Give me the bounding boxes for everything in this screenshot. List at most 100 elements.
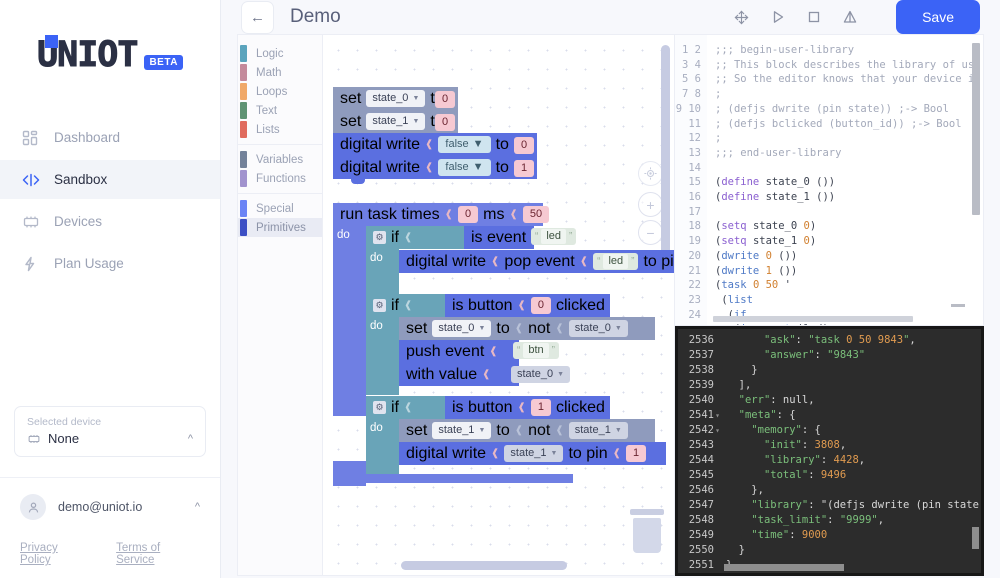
- block-label: do: [337, 229, 350, 241]
- console-horizontal-scrollbar[interactable]: [724, 564, 844, 571]
- code-content[interactable]: ;;; begin-user-library ;; This block des…: [707, 35, 983, 325]
- toolbox-item-label: Variables: [256, 153, 304, 166]
- gear-icon[interactable]: ⚙: [373, 231, 386, 244]
- code-vertical-scrollbar[interactable]: [972, 43, 980, 215]
- input-plug-icon: ❰: [491, 256, 500, 267]
- block-stack-task[interactable]: run task times ❰ 0 ms ❰ 50 do: [333, 203, 550, 416]
- variable-dropdown[interactable]: state_1 ▼: [432, 422, 492, 439]
- code-line-numbers: 1 2 3 4 5 6 7 8 9 10 11 12 13 14 15 16 1…: [675, 35, 707, 325]
- block-label: do: [370, 422, 383, 434]
- number-field[interactable]: 1: [530, 399, 551, 416]
- block-with-value[interactable]: with value ❰: [399, 363, 519, 386]
- toolbox-group: Special Primitives: [238, 193, 322, 242]
- block-digital-write[interactable]: digital write ❰ false▼ to pin: [333, 133, 537, 156]
- block-run-task[interactable]: run task times ❰ 0 ms ❰ 50: [333, 203, 550, 226]
- variable-dropdown[interactable]: state_0 ▼: [432, 320, 492, 337]
- toolbox-item-text[interactable]: Text: [238, 101, 322, 120]
- string-field[interactable]: “led”: [593, 253, 639, 270]
- zoom-out-icon[interactable]: −: [638, 220, 663, 245]
- block-set-variable[interactable]: set state_1 ▼ to ❰ not ❰ state_1 ▼: [399, 419, 655, 442]
- block-label: push event: [406, 342, 485, 360]
- block-label: if: [391, 228, 399, 246]
- input-plug-icon: ❰: [555, 323, 564, 334]
- variable-dropdown[interactable]: state_0 ▼: [568, 320, 628, 337]
- toolbox-item-label: Text: [256, 104, 278, 117]
- sidebar-item-devices[interactable]: Devices: [0, 202, 220, 241]
- console-vertical-scrollbar[interactable]: [972, 527, 979, 549]
- sidebar-item-dashboard[interactable]: Dashboard: [0, 118, 220, 157]
- input-plug-icon: ❰: [517, 402, 526, 413]
- boolean-dropdown[interactable]: false ▼: [438, 136, 491, 153]
- variable-dropdown[interactable]: state_1 ▼: [568, 422, 628, 439]
- variable-dropdown[interactable]: state_0 ▼: [366, 90, 426, 107]
- number-field[interactable]: 1: [625, 445, 647, 462]
- toolbox-item-math[interactable]: Math: [238, 63, 322, 82]
- block-label: digital write: [406, 252, 487, 270]
- right-column: 1 2 3 4 5 6 7 8 9 10 11 12 13 14 15 16 1…: [675, 34, 984, 576]
- workspace-horizontal-scrollbar[interactable]: [401, 561, 567, 570]
- block-set-variable[interactable]: set state_0 ▼ to ❰ not ❰ state_0 ▼: [399, 317, 655, 340]
- save-button[interactable]: Save: [896, 0, 980, 34]
- user-menu[interactable]: demo@uniot.io ^: [14, 494, 206, 520]
- number-field[interactable]: 50: [522, 206, 550, 223]
- workspace-vertical-scrollbar[interactable]: [661, 45, 670, 255]
- console-output-panel[interactable]: 2536 2537 2538 2539 2540 2541 ▾ 2542 ▾ 2543 2544 25…: [675, 326, 984, 576]
- block-push-event[interactable]: push event ❰: [399, 340, 519, 363]
- number-field[interactable]: 0: [530, 297, 551, 314]
- toolbox-item-label: Lists: [256, 123, 280, 136]
- blockly-canvas[interactable]: set state_0▼ to set state_1▼ to: [323, 35, 674, 575]
- stop-icon[interactable]: [806, 9, 822, 25]
- gear-icon[interactable]: ⚙: [373, 299, 386, 312]
- block-label: to: [496, 421, 510, 439]
- block-label: if: [391, 296, 399, 314]
- block-label: clicked: [556, 398, 605, 416]
- sidebar-item-label: Dashboard: [54, 130, 121, 145]
- toolbox-item-primitives[interactable]: Primitives: [238, 218, 322, 237]
- back-button[interactable]: ←: [241, 0, 274, 34]
- privacy-policy-link[interactable]: Privacy Policy: [20, 542, 90, 566]
- toolbox-item-logic[interactable]: Logic: [238, 44, 322, 63]
- toolbox-item-variables[interactable]: Variables: [238, 150, 322, 169]
- toolbox-item-functions[interactable]: Functions: [238, 169, 322, 188]
- toolbox-item-lists[interactable]: Lists: [238, 120, 322, 139]
- block-digital-write[interactable]: digital write ❰ state_1 ▼ to pin ❰ 1: [399, 442, 666, 465]
- center-workspace-icon[interactable]: [638, 161, 663, 186]
- variable-dropdown[interactable]: state_1 ▼: [504, 445, 564, 462]
- code-horizontal-scrollbar[interactable]: [713, 316, 913, 322]
- toolbox-item-loops[interactable]: Loops: [238, 82, 322, 101]
- input-plug-icon: ❰: [491, 448, 500, 459]
- block-is-button-clicked[interactable]: is button ❰ 0 clicked: [445, 294, 610, 317]
- sidebar-item-sandbox[interactable]: Sandbox: [0, 160, 220, 199]
- block-is-event[interactable]: is event ❰: [464, 226, 540, 249]
- zoom-in-icon[interactable]: +: [638, 192, 663, 217]
- alert-icon[interactable]: [842, 9, 858, 25]
- number-field[interactable]: 1: [514, 160, 535, 177]
- gear-icon[interactable]: ⚙: [373, 401, 386, 414]
- block-digital-write-pop-event[interactable]: digital write ❰ pop event ❰ “led” to pin…: [399, 250, 674, 273]
- input-plug-icon: ❰: [514, 425, 524, 436]
- terms-of-service-link[interactable]: Terms of Service: [116, 542, 200, 566]
- block-label: do: [370, 320, 383, 332]
- sidebar-item-plan-usage[interactable]: Plan Usage: [0, 244, 220, 283]
- number-field[interactable]: 0: [435, 114, 456, 131]
- string-field[interactable]: “led”: [531, 228, 577, 245]
- block-is-button-clicked[interactable]: is button ❰ 1 clicked: [445, 396, 610, 419]
- string-field[interactable]: “btn”: [513, 342, 559, 359]
- boolean-dropdown[interactable]: false ▼: [438, 159, 491, 176]
- trash-icon[interactable]: [630, 509, 664, 553]
- block-digital-write[interactable]: digital write ❰ false▼ to pin: [333, 156, 537, 179]
- number-field[interactable]: 0: [435, 91, 456, 108]
- toolbox-group: Logic Math Loops Text Lists: [238, 44, 322, 144]
- selected-device-card[interactable]: Selected device None ^: [14, 406, 206, 457]
- block-label: is button: [452, 296, 513, 314]
- number-field[interactable]: 0: [457, 206, 479, 223]
- toolbox-item-label: Functions: [256, 172, 306, 185]
- category-color-swatch: [240, 219, 247, 236]
- move-icon[interactable]: [733, 9, 750, 26]
- toolbox-item-special[interactable]: Special: [238, 199, 322, 218]
- variable-dropdown[interactable]: state_0 ▼: [511, 366, 571, 383]
- chip-icon: [27, 433, 41, 445]
- run-icon[interactable]: [770, 9, 786, 25]
- number-field[interactable]: 0: [514, 137, 535, 154]
- variable-dropdown[interactable]: state_1 ▼: [366, 113, 426, 130]
